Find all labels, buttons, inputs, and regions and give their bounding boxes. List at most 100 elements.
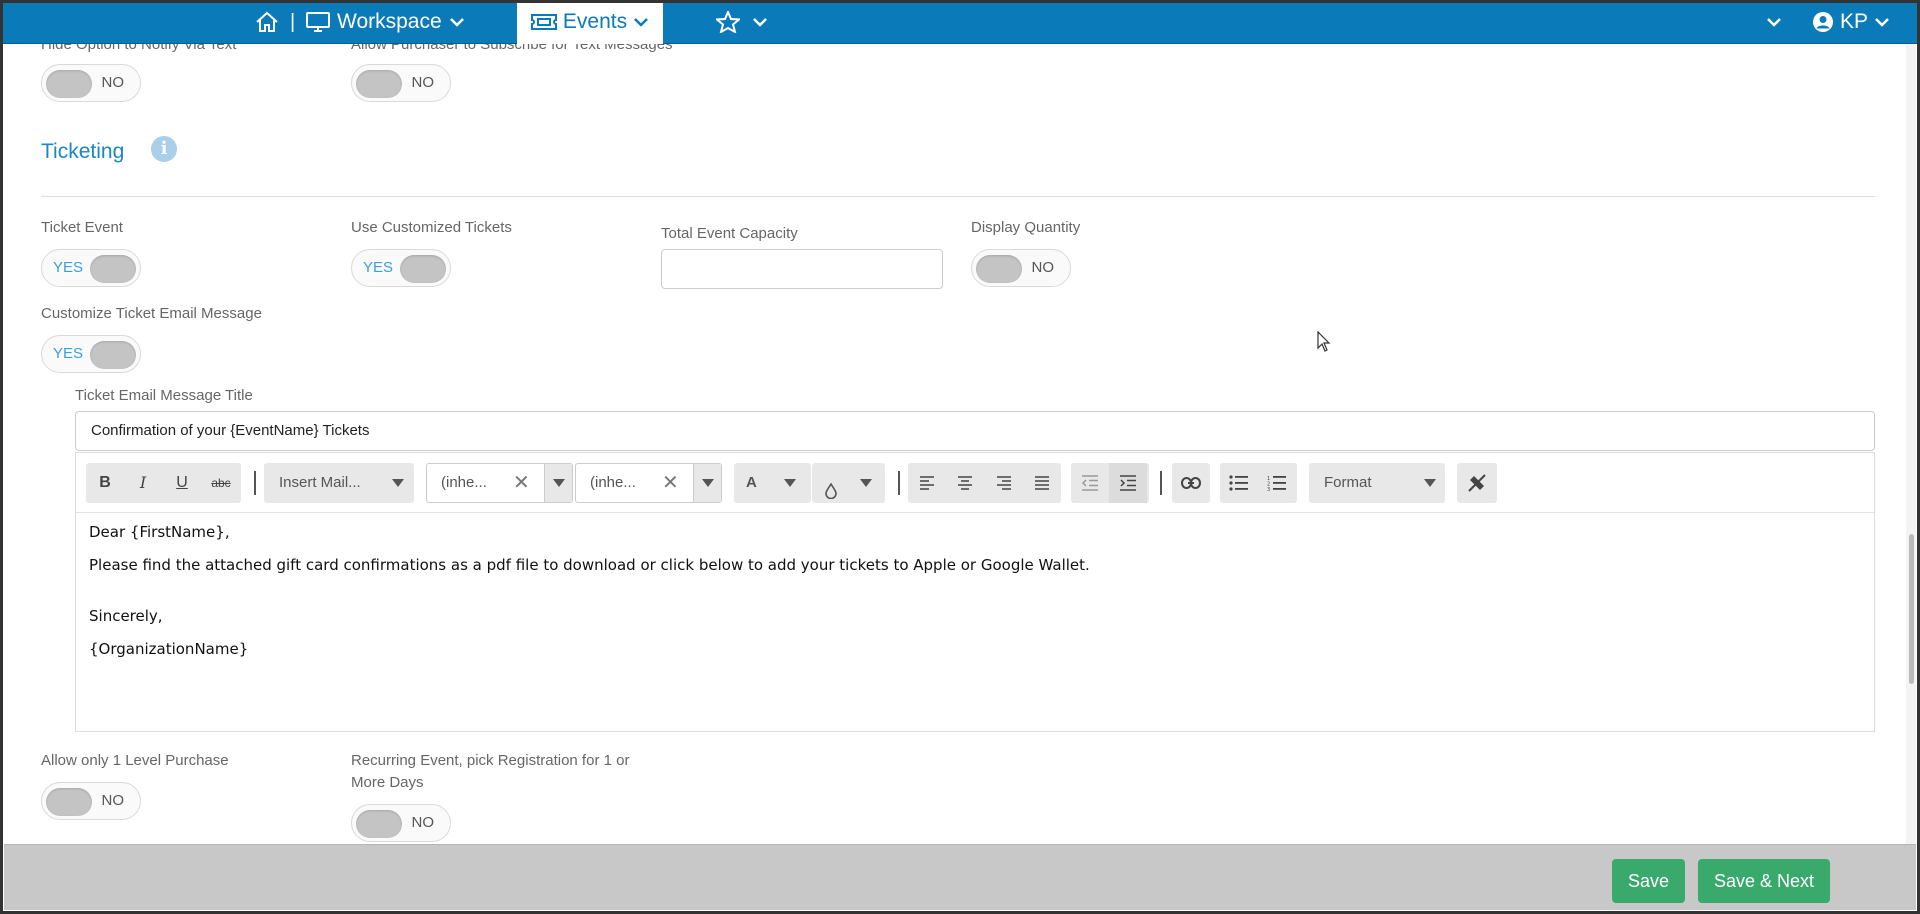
outdent-icon[interactable] — [1071, 463, 1109, 503]
capacity-input[interactable] — [661, 249, 943, 289]
font-size-dropdown-button[interactable] — [693, 464, 721, 502]
recurring-event-label-line2: More Days — [351, 774, 424, 791]
favorites-menu[interactable] — [716, 0, 768, 44]
align-justify-icon[interactable] — [1023, 463, 1061, 503]
toggle-state: NO — [411, 74, 435, 91]
chevron-down-icon[interactable] — [1766, 0, 1782, 44]
caret-down-icon — [860, 479, 872, 487]
editor-line-signature: {OrganizationName} — [89, 640, 249, 658]
hide-notify-toggle[interactable]: NO — [41, 64, 141, 102]
droplet-icon — [824, 475, 838, 515]
hide-notify-label: Hide Option to Notify Via Text — [41, 44, 237, 53]
form-footer: Save Save & Next — [4, 844, 1916, 910]
top-navigation-bar: | Workspace Events KP — [0, 0, 1920, 44]
strikethrough-button[interactable]: abc — [202, 463, 240, 503]
clear-formatting-group — [1457, 463, 1497, 503]
info-icon[interactable]: i — [151, 136, 177, 162]
chevron-down-icon — [449, 16, 465, 28]
toggle-knob — [90, 341, 136, 369]
page-scrollbar[interactable] — [1906, 44, 1916, 844]
clear-icon[interactable]: ✕ — [513, 464, 530, 502]
link-group — [1172, 463, 1210, 503]
link-icon[interactable] — [1172, 463, 1210, 503]
clear-formatting-icon[interactable] — [1458, 463, 1496, 503]
save-button[interactable]: Save — [1612, 859, 1685, 903]
text-style-group: B I U abc — [86, 463, 241, 503]
clear-icon[interactable]: ✕ — [662, 464, 679, 502]
bold-button[interactable]: B — [86, 463, 124, 503]
font-color-icon: A — [746, 474, 757, 491]
format-label: Format — [1324, 474, 1372, 491]
font-size-select[interactable]: (inhe... ✕ — [575, 463, 722, 503]
font-color-picker[interactable]: A — [734, 463, 811, 503]
font-family-dropdown-button[interactable] — [544, 464, 572, 502]
align-center-icon[interactable] — [946, 463, 984, 503]
alignment-group — [908, 463, 1061, 503]
section-divider — [41, 196, 1875, 197]
list-group: 123 — [1220, 463, 1297, 503]
monitor-icon — [306, 11, 330, 33]
underline-button[interactable]: U — [163, 463, 201, 503]
save-and-next-button[interactable]: Save & Next — [1698, 859, 1830, 903]
recurring-event-toggle[interactable]: NO — [351, 804, 451, 842]
align-right-icon[interactable] — [985, 463, 1023, 503]
caret-down-icon — [553, 479, 565, 487]
home-icon[interactable] — [255, 0, 279, 44]
subscribe-text-label: Allow Purchaser to Subscribe for Text Me… — [351, 44, 673, 53]
format-dropdown[interactable]: Format — [1309, 463, 1445, 503]
insert-mail-label: Insert Mail... — [279, 474, 361, 491]
events-label: Events — [562, 10, 628, 33]
chevron-down-icon — [633, 16, 649, 28]
background-color-picker[interactable] — [812, 463, 885, 503]
events-menu[interactable]: Events — [517, 0, 663, 44]
indent-group — [1071, 463, 1149, 503]
toolbar-separator — [1160, 471, 1162, 495]
toggle-state: NO — [101, 74, 125, 91]
caret-down-icon — [784, 479, 796, 487]
mouse-cursor-icon — [1317, 330, 1331, 358]
capacity-label: Total Event Capacity — [661, 225, 798, 242]
numbered-list-icon[interactable]: 123 — [1258, 463, 1296, 503]
caret-down-icon — [392, 479, 404, 487]
editor-line-greeting: Dear {FirstName}, — [89, 523, 230, 541]
star-icon — [716, 11, 740, 33]
nav-separator: | — [290, 10, 296, 33]
workspace-label: Workspace — [337, 10, 442, 33]
one-level-purchase-toggle[interactable]: NO — [41, 782, 141, 820]
align-left-icon[interactable] — [908, 463, 946, 503]
font-family-select[interactable]: (inhe... ✕ — [426, 463, 573, 503]
bullet-list-icon[interactable] — [1220, 463, 1258, 503]
caret-down-icon — [1424, 479, 1436, 487]
editor-line-body: Please find the attached gift card confi… — [89, 556, 1090, 574]
toggle-knob — [356, 70, 402, 98]
caret-down-icon — [702, 479, 714, 487]
toggle-state: NO — [411, 814, 435, 831]
toggle-knob — [976, 255, 1022, 283]
ticket-event-label: Ticket Event — [41, 219, 123, 236]
email-title-input[interactable]: Confirmation of your {EventName} Tickets — [75, 411, 1875, 451]
customize-email-label: Customize Ticket Email Message — [41, 305, 262, 322]
toggle-state: YES — [53, 259, 84, 276]
custom-tickets-toggle[interactable]: YES — [351, 249, 451, 287]
recurring-event-label-line1: Recurring Event, pick Registration for 1… — [351, 752, 630, 769]
toggle-state: NO — [101, 792, 125, 809]
customize-email-toggle[interactable]: YES — [41, 335, 141, 373]
user-initials: KP — [1840, 10, 1869, 33]
chevron-down-icon — [1874, 16, 1890, 28]
toggle-knob — [400, 255, 446, 283]
italic-button[interactable]: I — [124, 463, 162, 503]
editor-line-closing: Sincerely, — [89, 607, 163, 625]
user-menu[interactable]: KP — [1812, 0, 1890, 44]
scrollbar-thumb[interactable] — [1909, 534, 1914, 684]
subscribe-text-toggle[interactable]: NO — [351, 64, 451, 102]
insert-mail-merge-dropdown[interactable]: Insert Mail... — [264, 463, 414, 503]
email-message-editor[interactable]: B I U abc Insert Mail... (inhe... ✕ (inh… — [75, 452, 1875, 732]
indent-icon[interactable] — [1109, 463, 1147, 503]
toolbar-separator — [898, 471, 900, 495]
editor-toolbar: B I U abc Insert Mail... (inhe... ✕ (inh… — [76, 453, 1874, 513]
user-circle-icon — [1812, 11, 1834, 33]
toggle-state: NO — [1031, 259, 1055, 276]
ticket-event-toggle[interactable]: YES — [41, 249, 141, 287]
workspace-menu[interactable]: Workspace — [306, 0, 465, 44]
display-quantity-toggle[interactable]: NO — [971, 249, 1071, 287]
